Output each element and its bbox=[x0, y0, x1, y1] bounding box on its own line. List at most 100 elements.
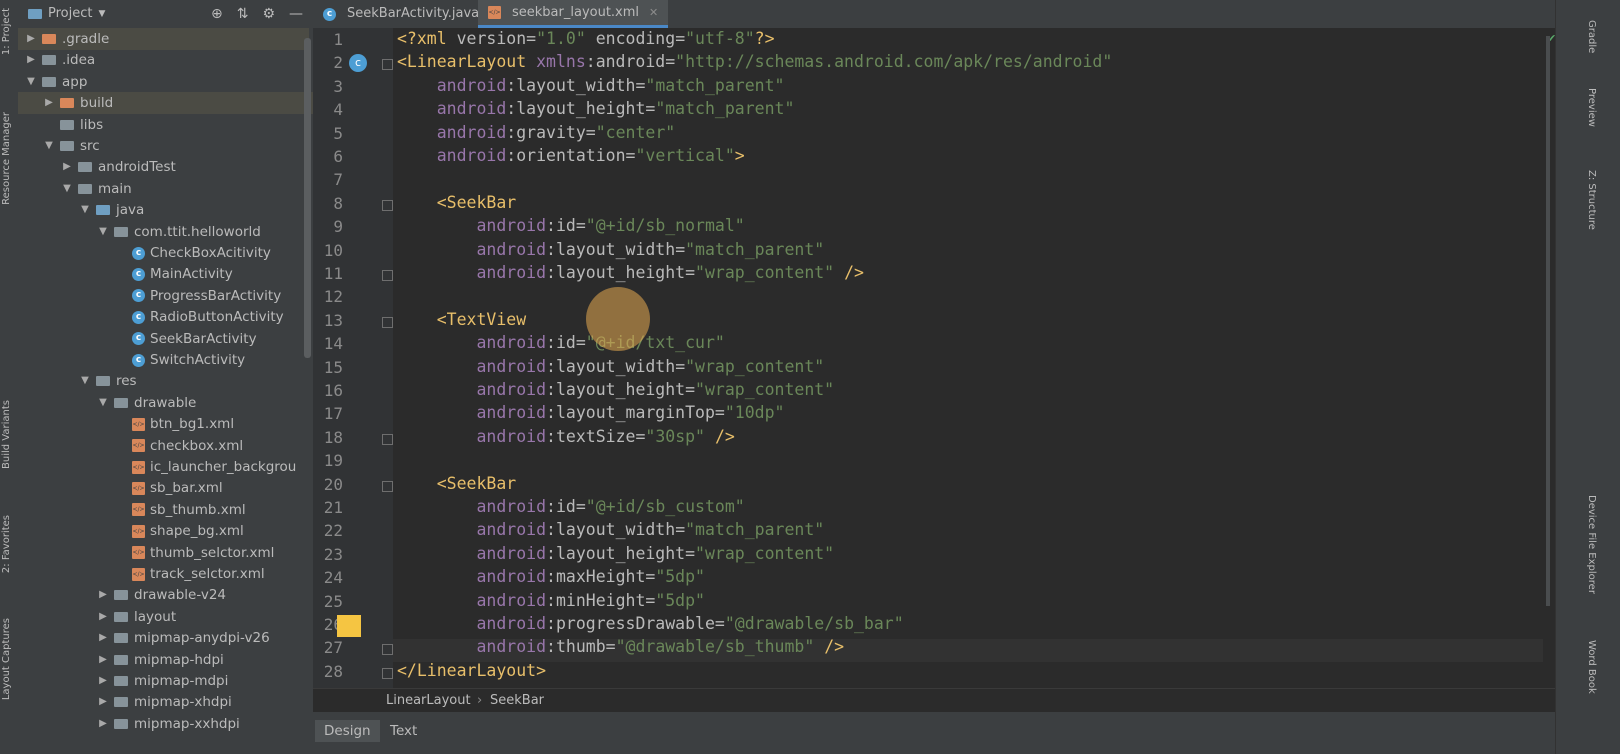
chevron-right-icon[interactable]: ▶ bbox=[24, 28, 38, 50]
tab-seekbar-layout[interactable]: </> seekbar_layout.xml ✕ bbox=[478, 0, 669, 28]
breadcrumb-item-linearlayout[interactable]: LinearLayout bbox=[386, 689, 471, 713]
code-line[interactable]: <LinearLayout xmlns:android="http://sche… bbox=[397, 52, 1112, 71]
tree-item[interactable]: ▶ mipmap-anydpi-v26 bbox=[18, 627, 313, 649]
tree-item[interactable]: ▼ main bbox=[18, 178, 313, 200]
chevron-right-icon[interactable]: ▶ bbox=[96, 713, 110, 735]
breadcrumb-item-seekbar[interactable]: SeekBar bbox=[490, 689, 544, 713]
code-line[interactable]: android:textSize="30sp" /> bbox=[397, 427, 734, 446]
code-line[interactable]: android:layout_width="wrap_content" bbox=[397, 357, 824, 376]
chevron-down-icon[interactable]: ▼ bbox=[78, 370, 92, 392]
fold-marker-icon[interactable] bbox=[382, 667, 393, 679]
chevron-right-icon[interactable]: ▶ bbox=[42, 92, 56, 114]
code-line[interactable]: android:thumb="@drawable/sb_thumb" /> bbox=[397, 637, 844, 656]
tab-design[interactable]: Design bbox=[315, 720, 380, 742]
tree-item[interactable]: ▼ com.ttit.helloworld bbox=[18, 221, 313, 243]
tree-item[interactable]: c CheckBoxAcitivity bbox=[18, 242, 313, 264]
tree-item[interactable]: ▶ androidTest bbox=[18, 156, 313, 178]
project-scrollbar[interactable] bbox=[304, 38, 311, 358]
code-line[interactable]: android:progressDrawable="@drawable/sb_b… bbox=[397, 614, 903, 633]
code-line[interactable]: android:layout_height="wrap_content" bbox=[397, 380, 834, 399]
chevron-right-icon[interactable]: ▶ bbox=[96, 670, 110, 692]
code-line[interactable]: <?xml version="1.0" encoding="utf-8"?> bbox=[397, 29, 775, 48]
tree-item[interactable]: ▼ app bbox=[18, 71, 309, 93]
fold-marker-icon[interactable] bbox=[382, 433, 393, 445]
tree-item[interactable]: </> checkbox.xml bbox=[18, 435, 313, 457]
tree-item[interactable]: ▼ java bbox=[18, 199, 313, 221]
tab-text[interactable]: Text bbox=[381, 720, 426, 742]
tree-item[interactable]: </> track_selctor.xml bbox=[18, 563, 313, 585]
chevron-right-icon[interactable]: ▶ bbox=[60, 156, 74, 178]
fold-marker-icon[interactable] bbox=[382, 480, 393, 492]
fold-marker-icon[interactable] bbox=[382, 316, 393, 328]
chevron-right-icon[interactable]: ▶ bbox=[24, 49, 38, 71]
fold-marker-icon[interactable] bbox=[382, 59, 393, 71]
code-line[interactable]: android:layout_height="wrap_content" /> bbox=[397, 263, 863, 282]
device-file-explorer-tab[interactable]: Device File Explorer bbox=[1586, 495, 1597, 594]
code-line[interactable]: android:layout_width="match_parent" bbox=[397, 520, 824, 539]
tree-item[interactable]: c SwitchActivity bbox=[18, 349, 313, 371]
tree-item[interactable]: ▶ drawable-v24 bbox=[18, 584, 313, 606]
tree-item[interactable]: ▶ build bbox=[18, 92, 313, 115]
resource-manager-tab[interactable]: Resource Manager bbox=[1, 112, 12, 205]
tree-item[interactable]: ▶ mipmap-hdpi bbox=[18, 649, 313, 671]
tree-item[interactable]: ▶ mipmap-xxhdpi bbox=[18, 713, 313, 735]
tree-item[interactable]: ▶ .gradle bbox=[18, 28, 309, 50]
chevron-right-icon[interactable]: ▶ bbox=[96, 584, 110, 606]
locate-icon[interactable]: ⊕ bbox=[211, 0, 223, 28]
chevron-down-icon[interactable]: ▼ bbox=[96, 392, 110, 414]
tree-item[interactable]: libs bbox=[18, 114, 313, 136]
preview-tab[interactable]: Preview bbox=[1586, 88, 1597, 127]
tree-item[interactable]: ▼ src bbox=[18, 135, 313, 157]
code-line[interactable]: <SeekBar bbox=[397, 193, 516, 212]
minimize-icon[interactable]: — bbox=[289, 0, 303, 28]
tree-item[interactable]: ▼ res bbox=[18, 370, 313, 392]
tree-item[interactable]: ▶ mipmap-mdpi bbox=[18, 670, 313, 692]
tree-item[interactable]: </> btn_bg1.xml bbox=[18, 413, 313, 435]
chevron-down-icon[interactable]: ▼ bbox=[24, 71, 38, 93]
editor-scrollbar[interactable]: ✔ bbox=[1543, 28, 1556, 688]
chevron-right-icon[interactable]: ▶ bbox=[96, 627, 110, 649]
tree-item[interactable]: c SeekBarActivity bbox=[18, 328, 313, 350]
tree-item[interactable]: c MainActivity bbox=[18, 263, 313, 285]
build-variants-tab[interactable]: Build Variants bbox=[1, 400, 12, 469]
code-line[interactable]: android:layout_marginTop="10dp" bbox=[397, 403, 784, 422]
code-line[interactable]: android:gravity="center" bbox=[397, 123, 675, 142]
color-swatch-icon[interactable] bbox=[337, 615, 361, 637]
code-line[interactable]: <SeekBar bbox=[397, 474, 516, 493]
layout-captures-tab[interactable]: Layout Captures bbox=[1, 618, 12, 700]
tree-item[interactable]: </> ic_launcher_backgrou bbox=[18, 456, 313, 478]
structure-tab[interactable]: Z: Structure bbox=[1586, 170, 1597, 230]
tree-item[interactable]: c ProgressBarActivity bbox=[18, 285, 313, 307]
chevron-right-icon[interactable]: ▶ bbox=[96, 606, 110, 628]
code-editor[interactable]: <?xml version="1.0" encoding="utf-8"?> <L… bbox=[393, 28, 1543, 688]
chevron-down-icon[interactable]: ▼ bbox=[42, 135, 56, 157]
project-panel-title[interactable]: Project bbox=[48, 0, 92, 28]
tree-item[interactable]: </> shape_bg.xml bbox=[18, 520, 313, 542]
chevron-right-icon[interactable]: ▶ bbox=[96, 649, 110, 671]
gear-icon[interactable]: ⚙ bbox=[262, 0, 275, 28]
code-line[interactable]: android:minHeight="5dp" bbox=[397, 591, 705, 610]
code-line[interactable]: android:layout_height="match_parent" bbox=[397, 99, 795, 118]
tree-item[interactable]: </> thumb_selctor.xml bbox=[18, 542, 313, 564]
code-line[interactable]: <TextView bbox=[397, 310, 526, 329]
tree-item[interactable]: </> sb_thumb.xml bbox=[18, 499, 313, 521]
tree-item[interactable]: ▶ .idea bbox=[18, 49, 309, 71]
favorites-tab[interactable]: 2: Favorites bbox=[1, 515, 12, 573]
chevron-down-icon[interactable]: ▼ bbox=[96, 221, 110, 243]
word-book-tab[interactable]: Word Book bbox=[1586, 640, 1597, 694]
fold-marker-icon[interactable] bbox=[382, 644, 393, 656]
gradle-tab[interactable]: Gradle bbox=[1586, 20, 1597, 53]
tree-item[interactable]: c RadioButtonActivity bbox=[18, 306, 313, 328]
code-line[interactable]: android:maxHeight="5dp" bbox=[397, 567, 705, 586]
close-icon[interactable]: ✕ bbox=[649, 0, 658, 27]
chevron-right-icon[interactable]: ▶ bbox=[96, 691, 110, 713]
class-marker-icon[interactable]: c bbox=[349, 54, 367, 72]
tree-item[interactable]: </> sb_bar.xml bbox=[18, 477, 313, 499]
code-line[interactable]: android:layout_width="match_parent" bbox=[397, 76, 785, 95]
chevron-down-icon[interactable]: ▼ bbox=[60, 178, 74, 200]
tree-item[interactable]: ▶ layout bbox=[18, 606, 313, 628]
tree-item[interactable]: ▼ drawable bbox=[18, 392, 313, 414]
code-line[interactable]: android:layout_height="wrap_content" bbox=[397, 544, 834, 563]
code-line[interactable]: android:id="@+id/sb_normal" bbox=[397, 216, 744, 235]
chevron-down-icon[interactable]: ▼ bbox=[78, 199, 92, 221]
